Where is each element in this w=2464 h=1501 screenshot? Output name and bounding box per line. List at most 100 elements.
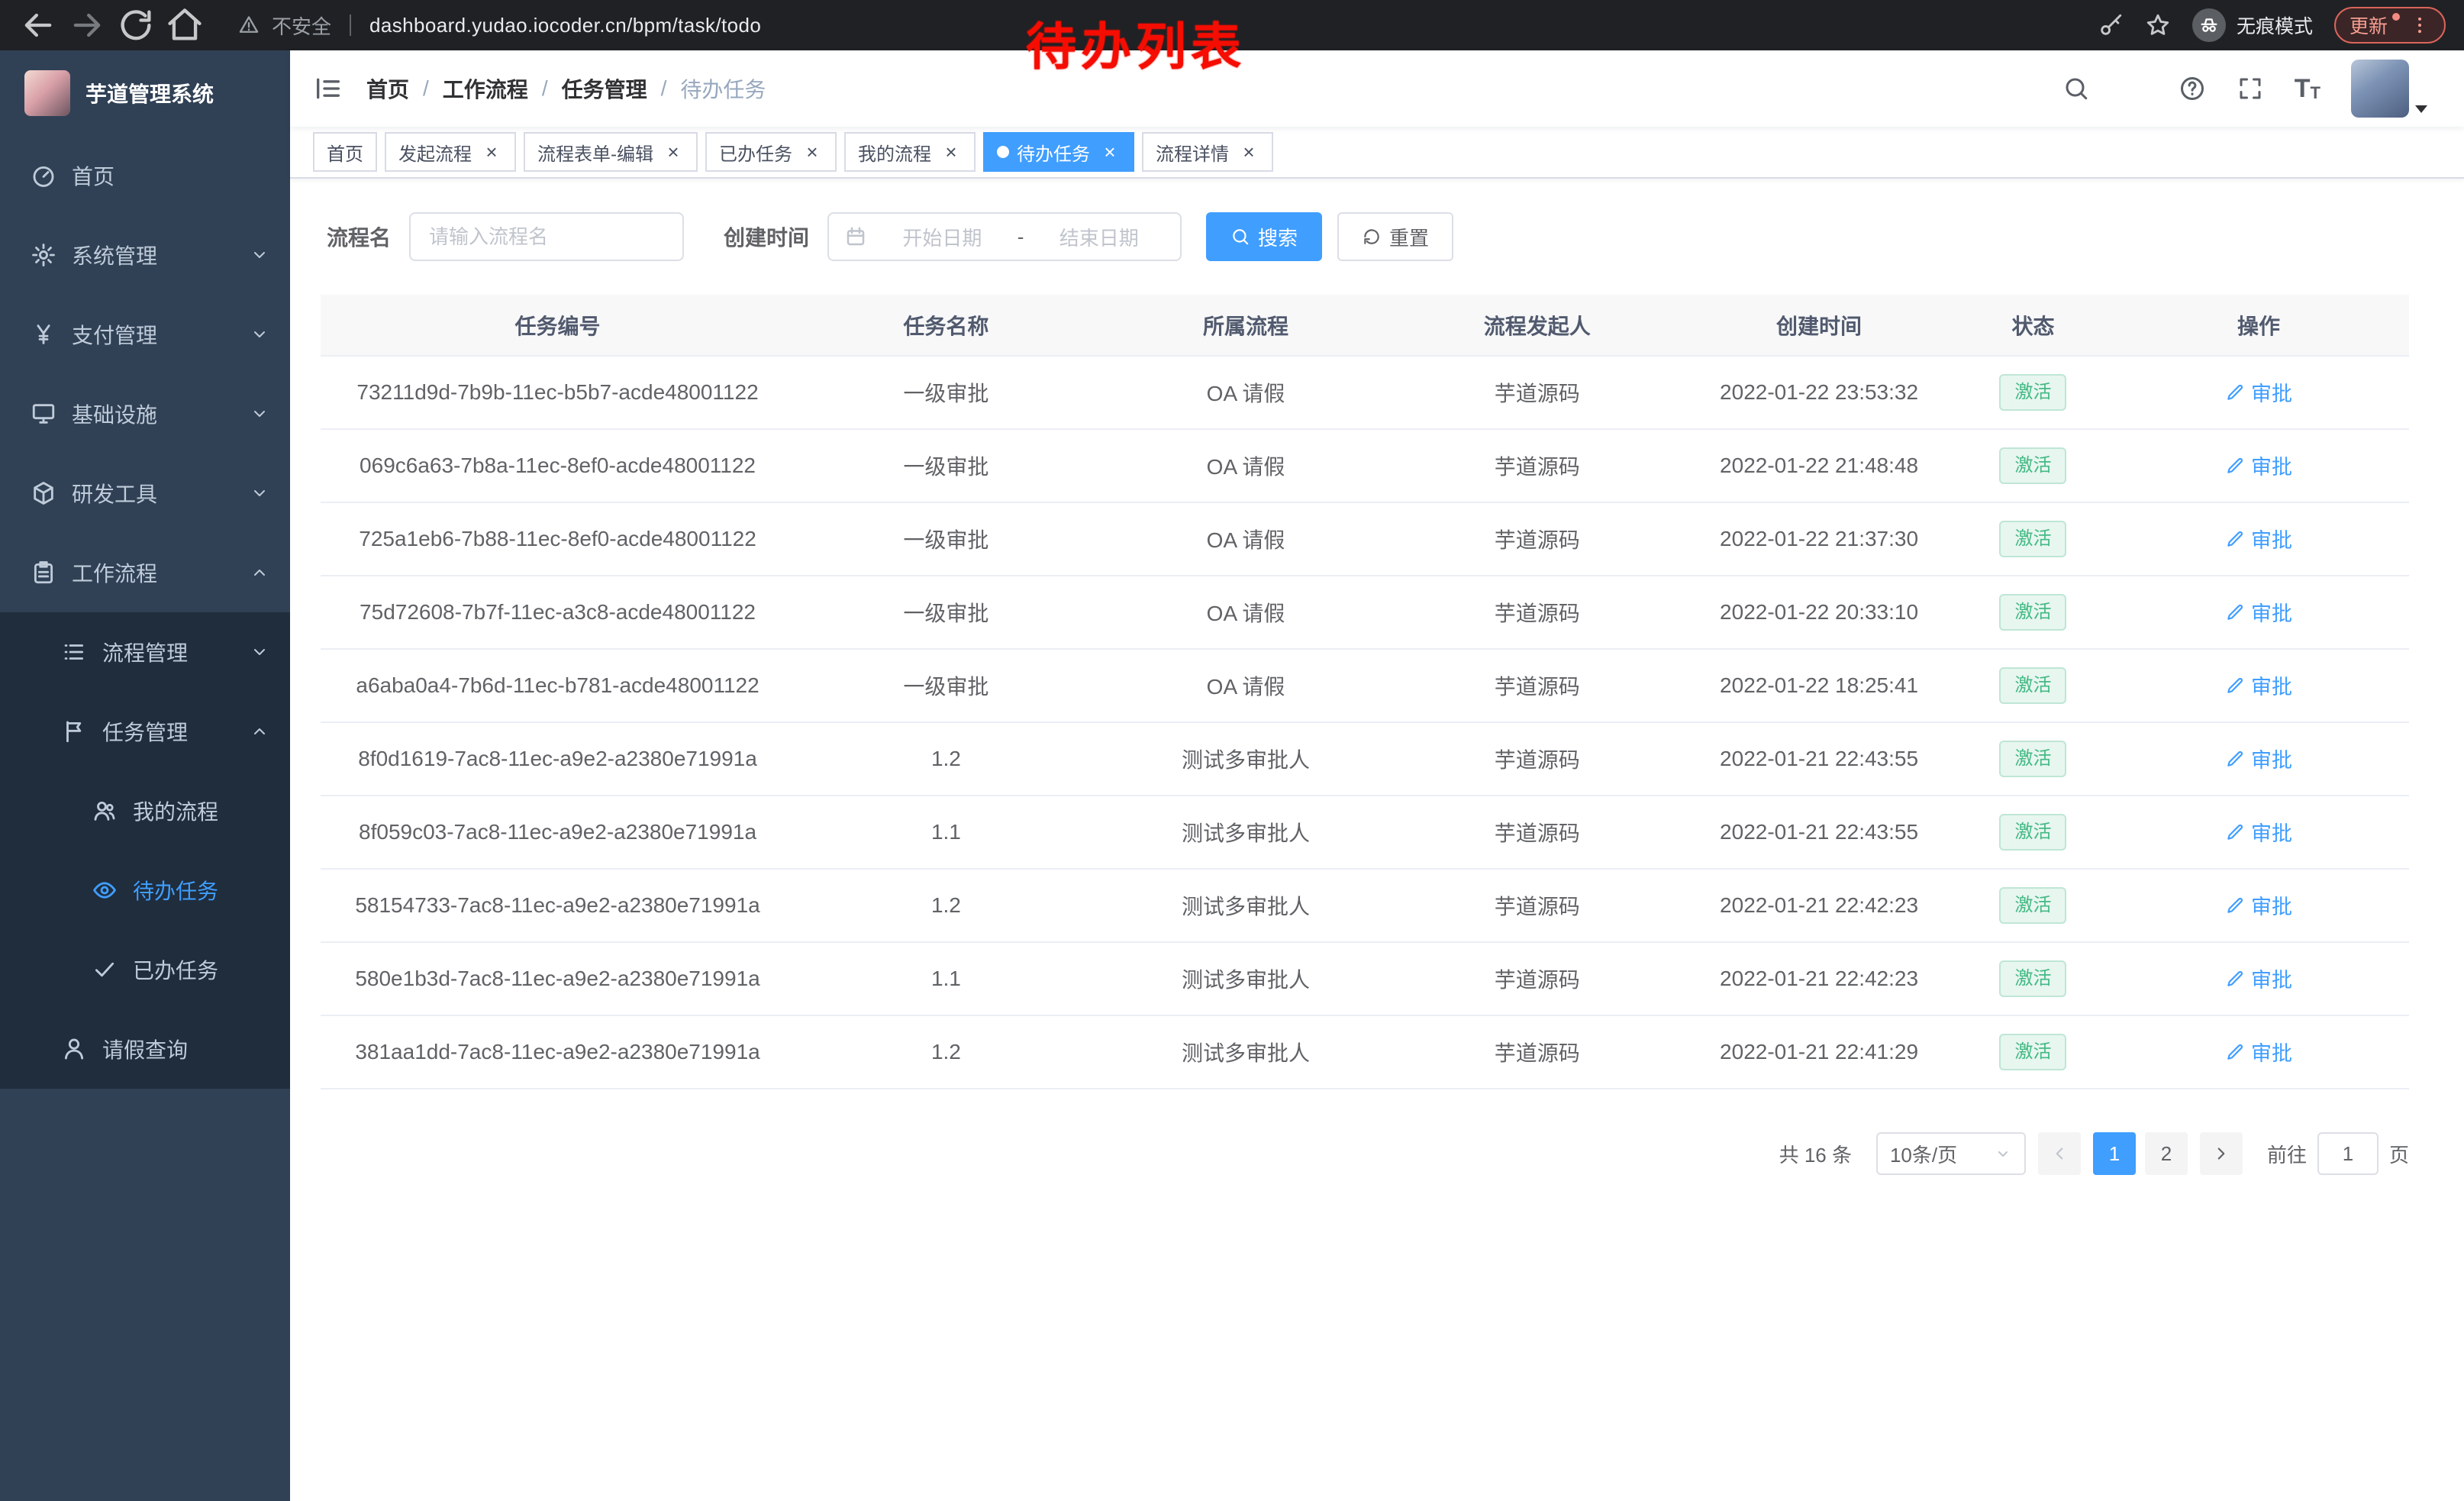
tab-close-icon[interactable]: ×	[1238, 141, 1259, 163]
help-icon[interactable]	[2179, 75, 2206, 102]
bookmark-star-icon[interactable]	[2145, 12, 2171, 38]
status-badge: 激活	[1999, 1034, 2066, 1070]
calendar-icon	[844, 225, 867, 248]
tab[interactable]: 流程详情×	[1142, 132, 1273, 172]
key-icon[interactable]	[2098, 12, 2124, 38]
page-button[interactable]: 1	[2093, 1132, 2136, 1175]
tab[interactable]: 首页	[313, 132, 377, 172]
cell-task-id: 381aa1dd-7ac8-11ec-a9e2-a2380e71991a	[321, 1015, 795, 1089]
cell-initiator: 芋道源码	[1394, 356, 1680, 429]
cell-initiator: 芋道源码	[1394, 722, 1680, 796]
sidebar-item[interactable]: 已办任务	[0, 930, 290, 1009]
breadcrumb-item[interactable]: 任务管理	[562, 73, 647, 104]
approve-button[interactable]: 审批	[2225, 450, 2292, 480]
cell-task-id: 58154733-7ac8-11ec-a9e2-a2380e71991a	[321, 869, 795, 942]
goto-suffix: 页	[2389, 1140, 2409, 1168]
approve-button[interactable]: 审批	[2225, 597, 2292, 627]
sidebar-item[interactable]: 工作流程	[0, 533, 290, 612]
browser-back-icon[interactable]	[18, 5, 58, 45]
sidebar-item-label: 支付管理	[72, 319, 157, 350]
status-badge: 激活	[1999, 741, 2066, 777]
search-icon[interactable]	[2062, 75, 2090, 102]
approve-button[interactable]: 审批	[2225, 817, 2292, 847]
page-size-select[interactable]: 10条/页	[1876, 1132, 2026, 1175]
breadcrumb-item[interactable]: 首页	[366, 73, 409, 104]
font-size-icon[interactable]: TT	[2295, 76, 2320, 102]
browser-menu-icon[interactable]	[2409, 15, 2430, 36]
cell-action: 审批	[2108, 429, 2409, 502]
cell-created-at: 2022-01-21 22:41:29	[1680, 1015, 1958, 1089]
eye-icon	[92, 877, 118, 903]
browser-home-icon[interactable]	[165, 5, 205, 45]
browser-forward-icon[interactable]	[67, 5, 107, 45]
pencil-icon	[2225, 969, 2245, 989]
sidebar-item[interactable]: 任务管理	[0, 692, 290, 771]
pencil-icon	[2225, 456, 2245, 476]
table-row: a6aba0a4-7b6d-11ec-b781-acde48001122一级审批…	[321, 649, 2409, 722]
tab-close-icon[interactable]: ×	[940, 141, 962, 163]
pencil-icon	[2225, 676, 2245, 696]
approve-button[interactable]: 审批	[2225, 1037, 2292, 1067]
tab[interactable]: 我的流程×	[844, 132, 976, 172]
tab-close-icon[interactable]: ×	[481, 141, 502, 163]
tab-close-icon[interactable]: ×	[663, 141, 684, 163]
sidebar-item[interactable]: 流程管理	[0, 612, 290, 692]
total-count: 共 16 条	[1779, 1140, 1852, 1168]
tab[interactable]: 流程表单-编辑×	[524, 132, 698, 172]
tab-close-icon[interactable]: ×	[801, 141, 823, 163]
approve-button[interactable]: 审批	[2225, 377, 2292, 407]
sidebar-item[interactable]: 待办任务	[0, 851, 290, 930]
github-icon[interactable]	[2121, 75, 2148, 102]
goto-page-input[interactable]	[2317, 1132, 2379, 1175]
chevron-up-icon	[250, 722, 269, 741]
sidebar-item[interactable]: 支付管理	[0, 295, 290, 374]
sidebar-item[interactable]: 研发工具	[0, 454, 290, 533]
sidebar-toggle-button[interactable]	[290, 50, 366, 127]
app-title: 芋道管理系统	[85, 78, 214, 108]
avatar	[2351, 60, 2409, 118]
table-header-row: 任务编号任务名称所属流程流程发起人创建时间状态操作	[321, 295, 2409, 356]
cell-initiator: 芋道源码	[1394, 942, 1680, 1015]
process-name-input[interactable]	[409, 212, 684, 261]
flag-icon	[61, 718, 87, 744]
approve-label: 审批	[2251, 1037, 2292, 1067]
sidebar-logo-row[interactable]: 芋道管理系统	[0, 50, 290, 136]
tab-close-icon[interactable]: ×	[1099, 141, 1121, 163]
page-buttons: 12	[2093, 1132, 2188, 1175]
caret-down-icon	[2415, 105, 2427, 113]
update-button[interactable]: 更新	[2334, 7, 2446, 44]
task-table: 任务编号任务名称所属流程流程发起人创建时间状态操作 73211d9d-7b9b-…	[321, 295, 2409, 1089]
tab[interactable]: 发起流程×	[385, 132, 516, 172]
approve-button[interactable]: 审批	[2225, 890, 2292, 920]
reset-button[interactable]: 重置	[1337, 212, 1453, 261]
sidebar-item[interactable]: 请假查询	[0, 1009, 290, 1089]
tab[interactable]: 已办任务×	[705, 132, 837, 172]
chevron-down-icon	[1994, 1144, 2012, 1163]
approve-button[interactable]: 审批	[2225, 744, 2292, 773]
next-page-button[interactable]	[2200, 1132, 2243, 1175]
fullscreen-icon[interactable]	[2237, 75, 2264, 102]
search-button[interactable]: 搜索	[1206, 212, 1322, 261]
user-menu[interactable]	[2351, 60, 2427, 118]
chevron-down-icon	[250, 246, 269, 264]
date-range-picker[interactable]: 开始日期 - 结束日期	[827, 212, 1182, 261]
approve-label: 审批	[2251, 524, 2292, 554]
sidebar-item[interactable]: 系统管理	[0, 215, 290, 295]
cell-status: 激活	[1958, 576, 2108, 649]
browser-refresh-icon[interactable]	[116, 5, 156, 45]
cell-process: 测试多审批人	[1098, 869, 1395, 942]
sidebar-item[interactable]: 首页	[0, 136, 290, 215]
approve-button[interactable]: 审批	[2225, 670, 2292, 700]
sidebar-item[interactable]: 基础设施	[0, 374, 290, 454]
table-row: 069c6a63-7b8a-11ec-8ef0-acde48001122一级审批…	[321, 429, 2409, 502]
approve-button[interactable]: 审批	[2225, 964, 2292, 993]
cell-action: 审批	[2108, 1015, 2409, 1089]
approve-button[interactable]: 审批	[2225, 524, 2292, 554]
sidebar-item[interactable]: 我的流程	[0, 771, 290, 851]
prev-page-button[interactable]	[2038, 1132, 2081, 1175]
cell-action: 审批	[2108, 942, 2409, 1015]
tab[interactable]: 待办任务×	[983, 132, 1134, 172]
table-row: 8f059c03-7ac8-11ec-a9e2-a2380e71991a1.1测…	[321, 796, 2409, 869]
page-button[interactable]: 2	[2145, 1132, 2188, 1175]
breadcrumb-item[interactable]: 工作流程	[443, 73, 528, 104]
